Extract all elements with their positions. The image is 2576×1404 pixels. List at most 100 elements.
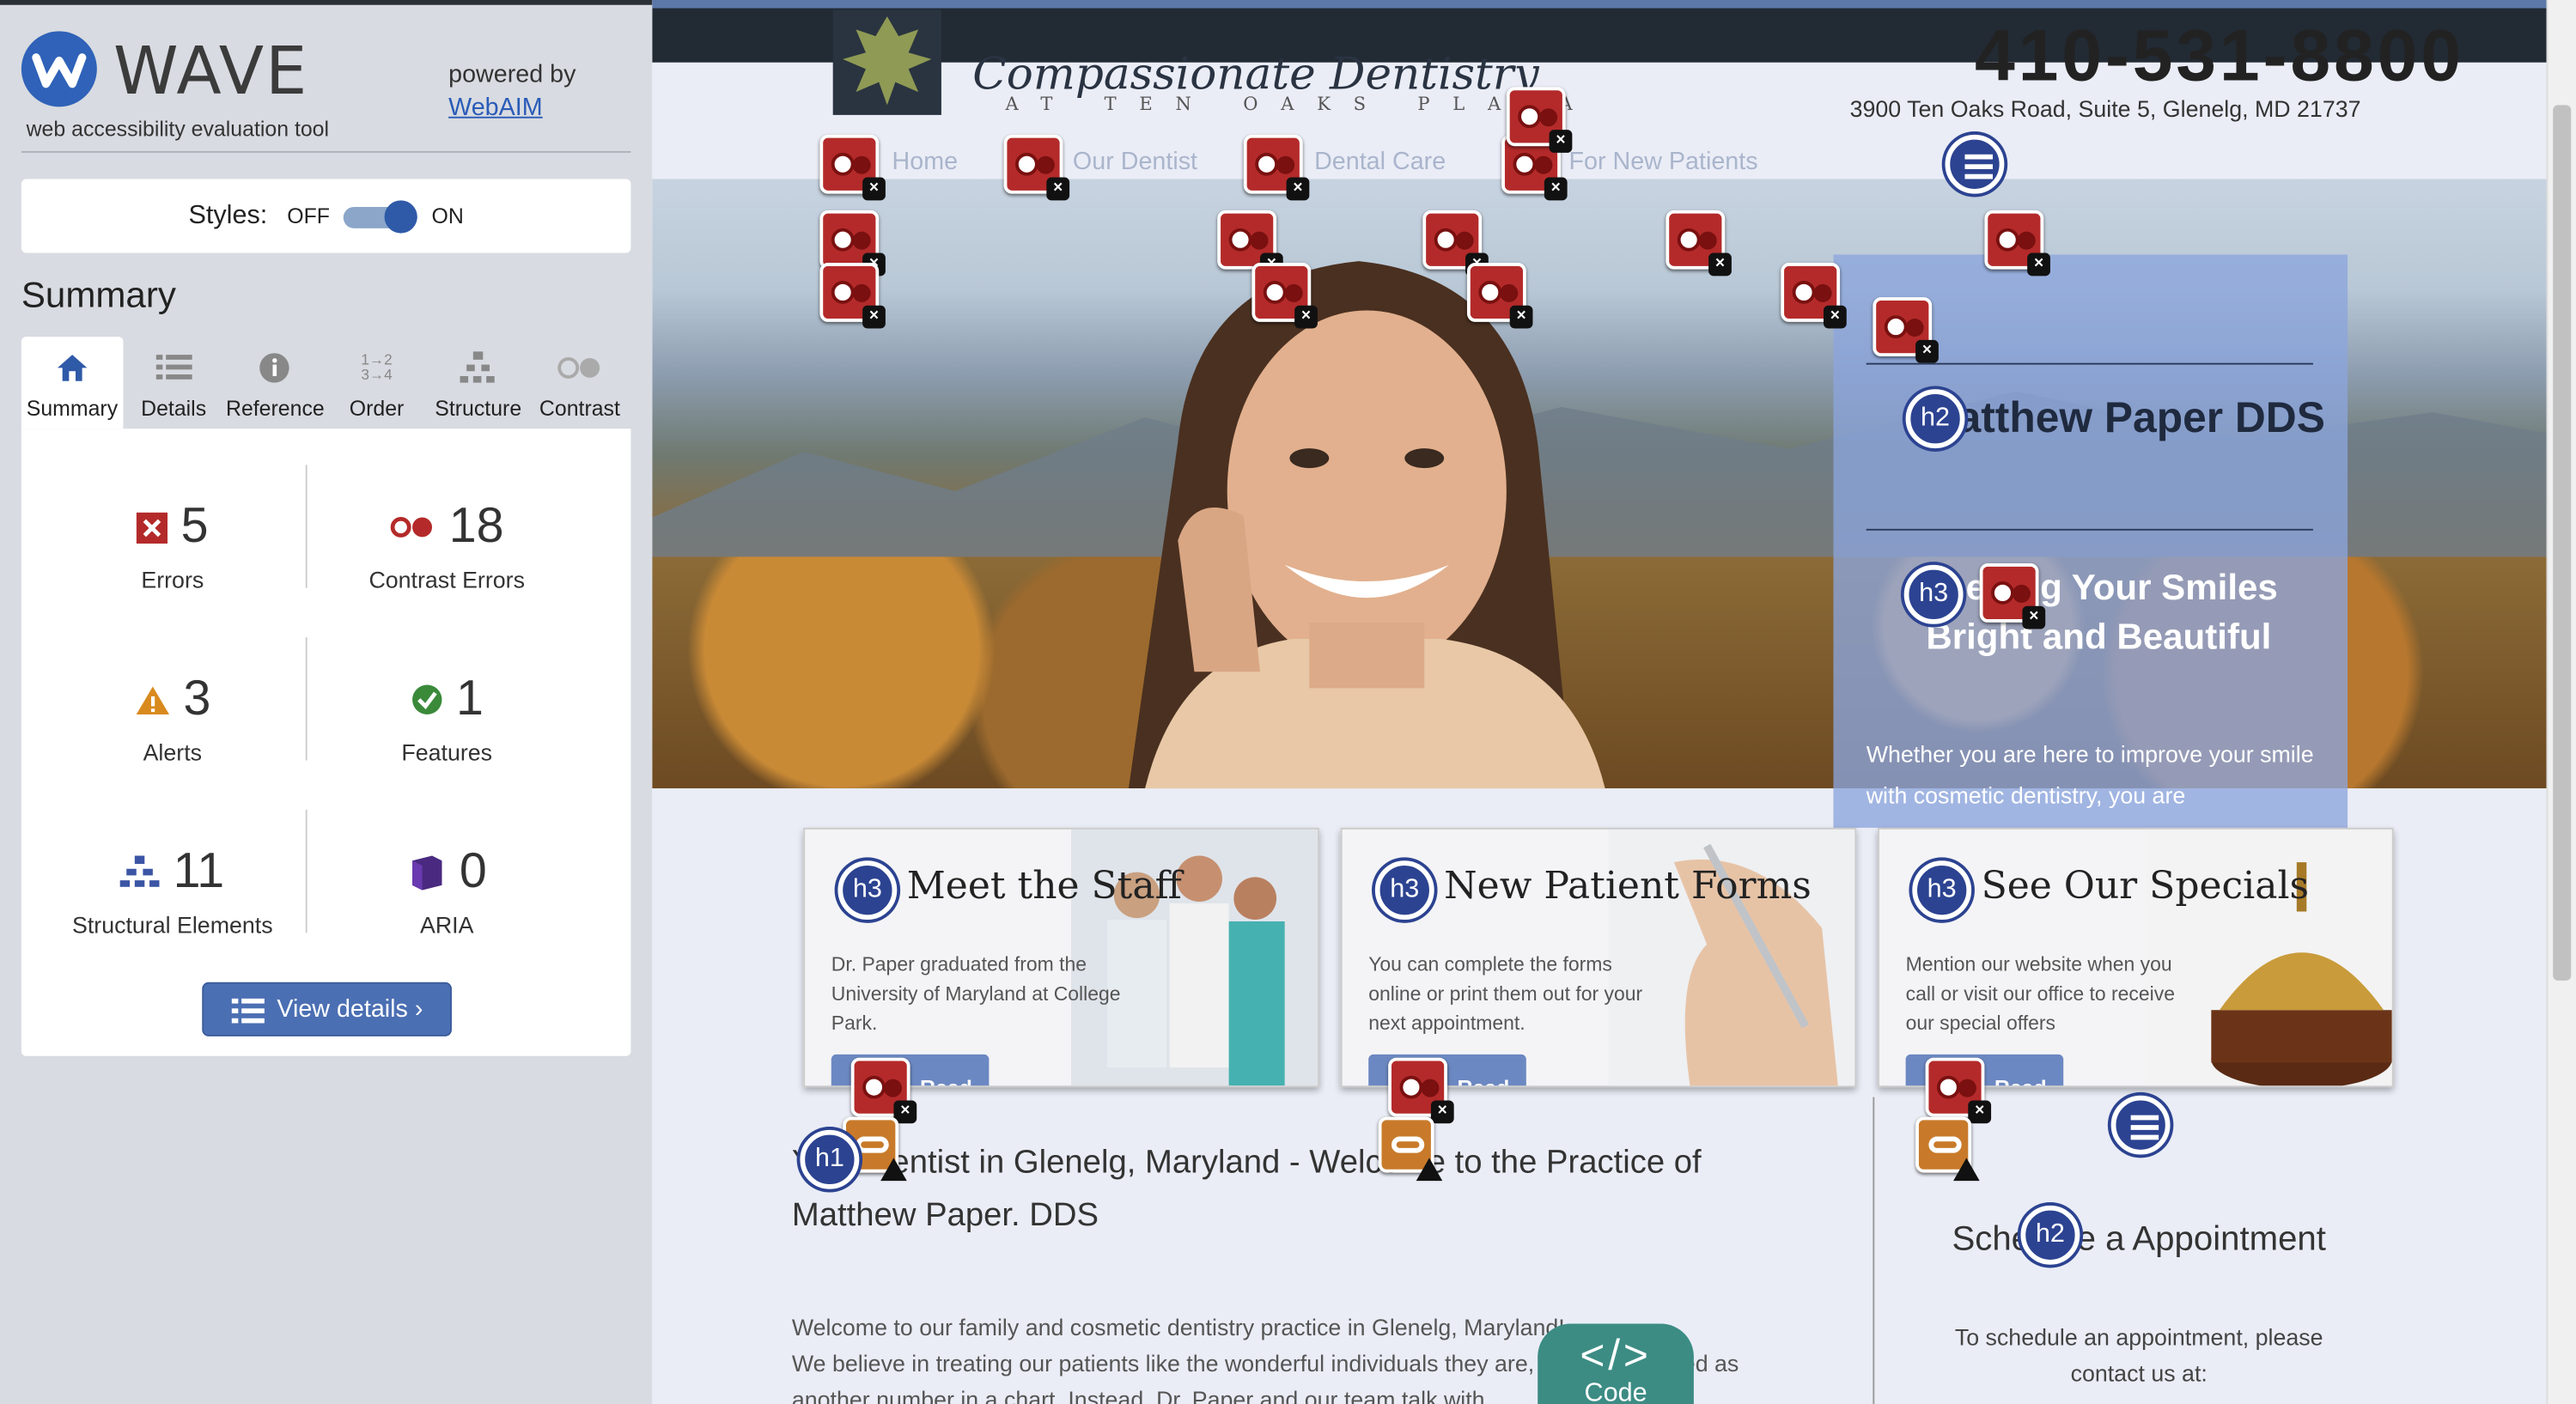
- contrast-error-icon: [391, 516, 433, 538]
- card-title: New Patient Forms: [1444, 865, 1812, 909]
- view-details-button[interactable]: View details ›: [202, 982, 452, 1036]
- contrast-error-icon[interactable]: ×: [1388, 1057, 1454, 1124]
- tab-order[interactable]: 1→2 3→4 Order: [326, 337, 427, 428]
- styles-toggle[interactable]: [343, 199, 418, 233]
- feature-check-icon: [411, 684, 442, 714]
- wave-sidebar: WAVE web accessibility evaluation tool p…: [0, 0, 653, 1404]
- h3-heading-icon[interactable]: h3: [1374, 860, 1434, 921]
- tab-structure[interactable]: Structure: [428, 337, 529, 428]
- tab-reference[interactable]: Reference: [224, 337, 326, 428]
- scrollbar-thumb[interactable]: [2553, 105, 2572, 981]
- contrast-error-icon[interactable]: ×: [819, 263, 886, 329]
- broken-link-error-icon[interactable]: ×: [1506, 87, 1573, 153]
- styles-toggle-panel: Styles: OFF ON: [21, 179, 631, 253]
- home-icon: [21, 349, 123, 386]
- card-title: See Our Specials: [1981, 865, 2310, 909]
- contrast-error-icon[interactable]: ×: [1873, 297, 1939, 363]
- contrast-error-icon[interactable]: ×: [1217, 210, 1283, 277]
- site-phone[interactable]: 410-531-8800: [1975, 16, 2464, 99]
- alert-icon: [136, 685, 169, 714]
- page-title-line1: Your Dentist in Glenelg, Maryland - Welc…: [791, 1145, 1702, 1182]
- toggle-on-label: ON: [431, 204, 464, 228]
- view-details-label: View details ›: [277, 995, 423, 1024]
- errors-label: Errors: [141, 566, 204, 593]
- features-stat[interactable]: 1 Features: [308, 667, 587, 766]
- aria-label: ARIA: [419, 911, 474, 939]
- contrast-error-icon[interactable]: ×: [1422, 210, 1489, 277]
- tab-label: Order: [349, 395, 405, 421]
- styles-label: Styles:: [188, 201, 268, 229]
- tab-label: Summary: [26, 395, 119, 421]
- contrast-error-icon[interactable]: ×: [1003, 134, 1070, 201]
- unordered-list-icon[interactable]: [2110, 1095, 2171, 1155]
- structural-stat[interactable]: 11 Structural Elements: [33, 839, 312, 938]
- alerts-label: Alerts: [143, 738, 203, 766]
- structure-icon: [428, 349, 529, 386]
- contrast-error-icon[interactable]: ×: [850, 1057, 917, 1124]
- nav-our-dentist[interactable]: Our Dentist: [1073, 148, 1197, 176]
- hero-woman-portrait: [1128, 261, 1605, 789]
- contrast-error-icon[interactable]: ×: [819, 134, 886, 201]
- info-icon: [224, 349, 326, 386]
- contrast-error-icon[interactable]: ×: [1666, 210, 1732, 277]
- tab-label: Structure: [435, 395, 522, 421]
- contrast-error-icon[interactable]: ×: [1979, 563, 2046, 629]
- aria-stat[interactable]: 0 ARIA: [308, 839, 587, 938]
- summary-heading: Summary: [21, 274, 176, 316]
- h3-heading-icon[interactable]: h3: [1912, 860, 1972, 921]
- contrast-error-icon[interactable]: ×: [1466, 263, 1533, 329]
- contrast-error-icon[interactable]: ×: [1251, 263, 1318, 329]
- divider: [21, 150, 631, 153]
- h2-heading-icon[interactable]: h2: [2020, 1205, 2080, 1265]
- powered-by-label: powered by: [448, 60, 576, 89]
- h3-heading-icon[interactable]: h3: [837, 860, 898, 921]
- h2-heading-icon[interactable]: h2: [1905, 389, 1965, 449]
- divider: [1866, 362, 2313, 365]
- summary-panel: 5 Errors 18 Contrast Errors 3 Alerts 1 F…: [21, 428, 631, 1056]
- redundant-link-alert-icon[interactable]: [1915, 1116, 1980, 1182]
- contrast-error-icon[interactable]: ×: [1984, 210, 2050, 277]
- code-icon: </>: [1580, 1330, 1652, 1380]
- schedule-heading: Schedule a Appointment: [1952, 1220, 2326, 1259]
- divider: [1873, 1097, 1875, 1404]
- contrast-label: Contrast Errors: [368, 566, 525, 593]
- aria-cube-icon: [411, 855, 442, 890]
- intro-paragraph: Whether you are here to improve your smi…: [1866, 740, 2314, 808]
- h3-heading-icon[interactable]: h3: [1903, 564, 1964, 624]
- structural-label: Structural Elements: [71, 911, 273, 939]
- toggle-off-label: OFF: [287, 204, 330, 228]
- redundant-link-alert-icon[interactable]: [1378, 1116, 1443, 1182]
- contrast-error-icon[interactable]: ×: [1781, 263, 1847, 329]
- page-title: Your Dentist in Glenelg, Maryland - Welc…: [792, 1137, 1876, 1242]
- tab-contrast[interactable]: Contrast: [529, 337, 630, 428]
- tab-label: Reference: [225, 395, 325, 421]
- nav-home[interactable]: Home: [892, 148, 959, 176]
- contrast-errors-stat[interactable]: 18 Contrast Errors: [308, 495, 587, 593]
- site-logo-text[interactable]: Compassionate Dentistry: [972, 49, 1538, 100]
- nav-dental-care[interactable]: Dental Care: [1314, 148, 1446, 176]
- wave-title: WAVE: [113, 34, 309, 111]
- errors-stat[interactable]: 5 Errors: [33, 495, 312, 593]
- errors-count: 5: [180, 499, 209, 554]
- card-text: You can complete the forms online or pri…: [1368, 952, 1643, 1035]
- contrast-error-icon[interactable]: ×: [1925, 1057, 1992, 1124]
- contrast-error-icon[interactable]: ×: [819, 210, 886, 277]
- tab-summary[interactable]: Summary: [21, 337, 124, 429]
- features-label: Features: [401, 738, 493, 766]
- oak-leaf-logo-icon: [832, 9, 941, 115]
- structure-icon: [120, 855, 161, 887]
- tab-label: Contrast: [539, 395, 620, 421]
- error-icon: [137, 511, 168, 544]
- contrast-error-icon[interactable]: ×: [1243, 134, 1310, 201]
- unordered-list-icon[interactable]: [1945, 134, 2005, 194]
- divider: [1866, 528, 2313, 531]
- wave-tabs: Summary Details Reference 1→2 3→4 Order S…: [21, 337, 631, 429]
- page-scrollbar[interactable]: [2546, 0, 2576, 1404]
- code-toggle-button[interactable]: </> Code: [1538, 1323, 1694, 1404]
- tab-details[interactable]: Details: [123, 337, 224, 428]
- h1-heading-icon[interactable]: h1: [800, 1129, 860, 1189]
- webaim-link[interactable]: WebAIM: [448, 94, 542, 122]
- nav-new-patients[interactable]: For New Patients: [1569, 148, 1758, 176]
- schedule-text: To schedule an appointment, please conta…: [1954, 1323, 2323, 1387]
- alerts-stat[interactable]: 3 Alerts: [33, 667, 312, 766]
